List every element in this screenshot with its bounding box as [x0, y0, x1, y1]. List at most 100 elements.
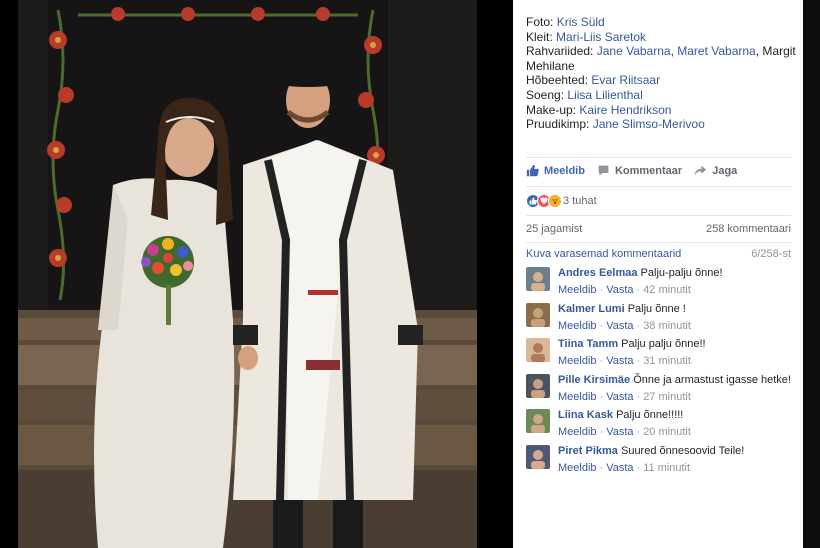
credit-row: Kleit: Mari-Liis Saretok — [526, 30, 796, 45]
like-button[interactable]: Meeldib — [526, 164, 585, 177]
comment-time[interactable]: 38 minutit — [643, 320, 691, 332]
share-button[interactable]: Jaga — [694, 164, 737, 177]
comments-counter: 6/258-st — [751, 248, 791, 260]
comment-label: Kommentaar — [614, 164, 683, 177]
comment-item: Tiina Tamm Palju palju õnne!! Meeldib · Vas… — [526, 336, 791, 372]
avatar[interactable] — [526, 409, 550, 433]
comment-author[interactable]: Piret Pikma — [558, 445, 618, 457]
comment-text: Palju õnne!!!!! — [616, 409, 684, 421]
separator-dot: · — [599, 426, 604, 438]
comment-body: Tiina Tamm Palju palju õnne!! — [558, 338, 706, 351]
comment-body: Andres Eelmaa Palju-palju õnne! — [558, 267, 723, 280]
comment-item: Piret Pikma Suured õnnesoovid Teile! Meel… — [526, 443, 791, 479]
credit-name-link[interactable]: Liisa Lilienthal — [567, 88, 642, 102]
comment-text: Õnne ja armastust igasse hetke! — [633, 373, 791, 386]
credit-label: Soeng: — [526, 87, 565, 102]
comment-body: Kalmer Lumi Palju õnne ! — [558, 303, 691, 316]
comment-reply-link[interactable]: Vasta — [606, 462, 633, 474]
separator-dot: · — [636, 461, 641, 474]
avatar[interactable] — [526, 373, 550, 398]
comment-like-link[interactable]: Meeldib — [558, 320, 597, 332]
credit-row: Soeng: Liisa Lilienthal — [526, 88, 796, 103]
avatar[interactable] — [526, 338, 550, 362]
comment-author[interactable]: Kalmer Lumi — [558, 303, 625, 315]
avatar[interactable] — [526, 444, 550, 469]
credit-label: Make-up: — [526, 102, 577, 117]
comment-time[interactable]: 20 minutit — [643, 426, 691, 438]
comment-item: Kalmer Lumi Palju õnne ! Meeldib · Vasta · 38… — [526, 301, 791, 337]
credit-label: Pruudikimp: — [526, 117, 590, 132]
credit-label: Kleit: — [526, 29, 553, 44]
comment-item: Liina Kask Palju õnne!!!!! Meeldib · Vasta ·… — [526, 407, 791, 443]
credit-name-link[interactable]: Kris Süld — [557, 15, 605, 29]
avatar[interactable] — [526, 267, 550, 291]
comment-reply-link[interactable]: Vasta — [606, 284, 633, 296]
credit-row: Hõbeehted: Evar Riitsaar — [526, 73, 796, 88]
comment-item: Andres Eelmaa Palju-palju õnne! Meeldib · V… — [526, 265, 791, 301]
comment-like-link[interactable]: Meeldib — [558, 462, 597, 474]
comment-reply-link[interactable]: Vasta — [606, 426, 633, 438]
comment-text: Palju õnne ! — [627, 302, 686, 315]
photo-viewer — [0, 0, 513, 548]
comment-time[interactable]: 27 minutit — [643, 391, 691, 403]
comment-author[interactable]: Tiina Tamm — [558, 338, 618, 350]
credit-label: Rahvariided: — [526, 44, 594, 59]
comment-count[interactable]: 258 kommentaari — [706, 223, 791, 235]
reaction-icons — [526, 193, 562, 208]
comment-author[interactable]: Andres Eelmaa — [558, 267, 637, 279]
share-arrow-icon — [695, 165, 707, 176]
comment-body: Liina Kask Palju õnne!!!!! — [558, 409, 691, 422]
comment-like-link[interactable]: Meeldib — [558, 391, 597, 403]
comment-bubble-icon — [598, 165, 609, 176]
wedding-photo[interactable] — [18, 0, 477, 548]
separator-dot: · — [599, 390, 604, 403]
post-sidebar: Foto: Kris Süld Kleit: Mari-Liis Saretok R… — [513, 0, 803, 548]
comment-meta: Meeldib · Vasta · 11 minutit — [558, 462, 744, 474]
separator-dot: · — [599, 319, 604, 332]
credit-name-link[interactable]: Jane Slimso-Merivoo — [593, 117, 705, 131]
credit-name-link[interactable]: Jane Vabarna — [597, 44, 671, 58]
comment-button[interactable]: Kommentaar — [597, 164, 682, 177]
comment-like-link[interactable]: Meeldib — [558, 284, 597, 296]
comment-body: Pille Kirsimäe Õnne ja armastust igasse … — [558, 374, 791, 387]
thumbs-up-icon — [526, 164, 539, 177]
comment-reply-link[interactable]: Vasta — [606, 391, 633, 403]
share-count[interactable]: 25 jagamist — [526, 223, 582, 235]
comment-author[interactable]: Pille Kirsimäe — [558, 374, 630, 386]
comment-meta: Meeldib · Vasta · 27 minutit — [558, 391, 791, 403]
view-previous-comments-link[interactable]: Kuva varasemad kommentaarid — [526, 248, 681, 260]
comment-like-link[interactable]: Meeldib — [558, 426, 597, 438]
comments-header: Kuva varasemad kommentaarid 6/258-st — [526, 242, 791, 265]
credit-name-link[interactable]: Evar Riitsaar — [591, 73, 660, 87]
comment-time[interactable]: 11 minutit — [643, 462, 690, 474]
separator-dot: · — [636, 426, 641, 438]
separator-dot: · — [599, 284, 604, 296]
credit-name-link[interactable]: Maret Vabarna — [677, 44, 756, 58]
post-stats: 25 jagamist 258 kommentaari — [526, 215, 791, 242]
comment-reply-link[interactable]: Vasta — [606, 355, 633, 367]
credit-row: Make-up: Kaire Hendrikson — [526, 103, 796, 118]
comment-text: Suured õnnesoovid Teile! — [620, 444, 745, 457]
wedding-photo-illustration — [18, 0, 477, 548]
separator-dot: · — [636, 355, 641, 367]
credit-row: Pruudikimp: Jane Slimso-Merivoo — [526, 117, 796, 132]
comment-meta: Meeldib · Vasta · 38 minutit — [558, 320, 691, 332]
avatar[interactable] — [526, 302, 550, 327]
comment-author[interactable]: Liina Kask — [558, 409, 613, 421]
reactions-summary[interactable]: 3 tuhat — [526, 186, 791, 214]
comment-time[interactable]: 31 minutit — [643, 355, 691, 367]
credit-name-link[interactable]: Kaire Hendrikson — [579, 103, 671, 117]
comment-text: Palju palju õnne!! — [621, 338, 706, 350]
separator-dot: · — [636, 319, 641, 332]
comment-reply-link[interactable]: Vasta — [606, 320, 633, 332]
photo-credits: Foto: Kris Süld Kleit: Mari-Liis Saretok R… — [526, 15, 796, 132]
comment-meta: Meeldib · Vasta · 31 minutit — [558, 355, 706, 367]
separator-dot: · — [599, 461, 604, 474]
credit-name-link[interactable]: Mari-Liis Saretok — [556, 30, 646, 44]
share-label: Jaga — [712, 164, 738, 177]
comment-time[interactable]: 42 minutit — [643, 284, 691, 296]
comment-like-link[interactable]: Meeldib — [558, 355, 597, 367]
reaction-count: 3 tuhat — [563, 194, 597, 207]
like-label: Meeldib — [544, 164, 585, 177]
comments-list: Andres Eelmaa Palju-palju õnne! Meeldib · V… — [526, 265, 791, 478]
